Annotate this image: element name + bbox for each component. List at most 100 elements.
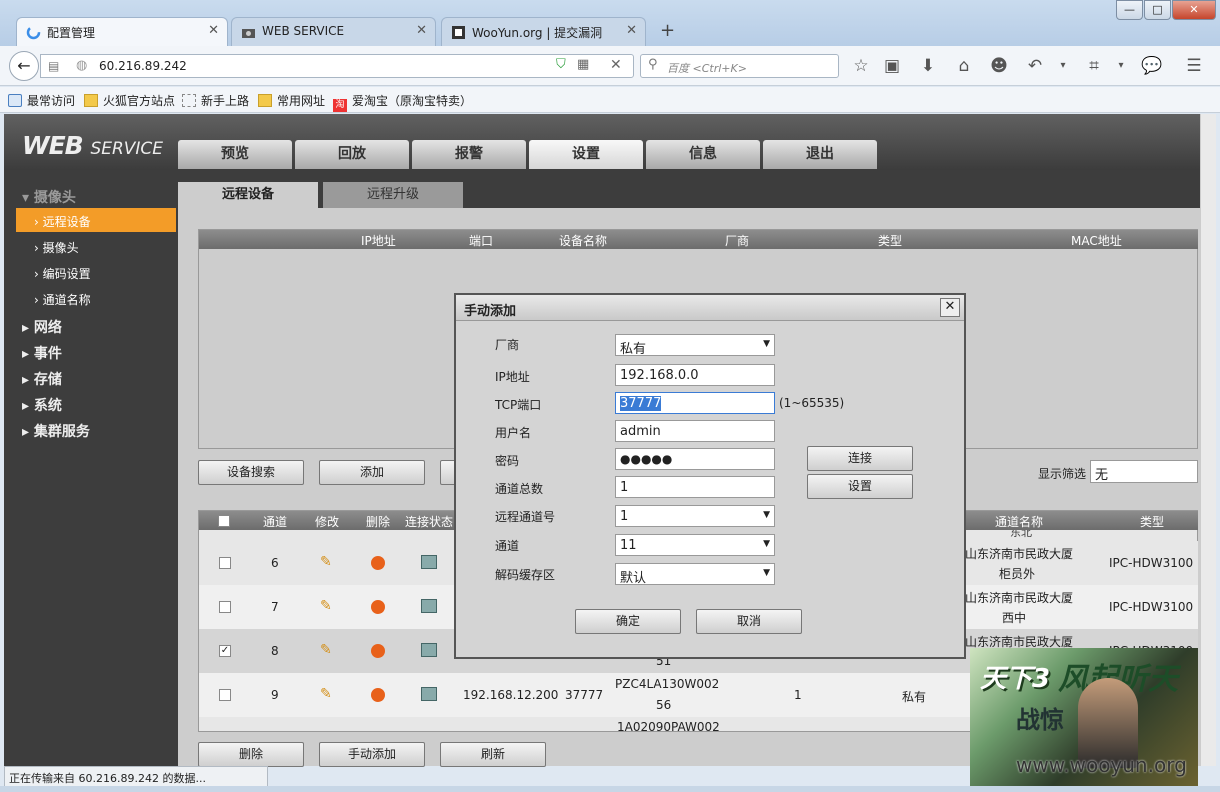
setting-button[interactable]: 设置 (807, 474, 913, 499)
sidebar-item-camera[interactable]: ▾ 摄像头 (22, 187, 76, 207)
delete-icon[interactable] (371, 688, 385, 702)
device-list-header: IP地址 端口 设备名称 厂商 类型 MAC地址 (199, 230, 1198, 249)
bookmark-newbie[interactable]: 新手上路 (182, 92, 249, 109)
menu-icon[interactable]: ☰ (1183, 56, 1205, 76)
close-icon[interactable]: ✕ (626, 23, 637, 38)
chat-icon[interactable]: ☻ (988, 56, 1010, 76)
close-icon[interactable]: ✕ (940, 298, 960, 317)
filter-select[interactable]: 无 (1090, 460, 1198, 483)
download-icon[interactable]: ⬇ (917, 56, 939, 76)
sidebar-item-system[interactable]: ▸ 系统 (22, 395, 62, 415)
bookmark-label: 爱淘宝（原淘宝特卖） (352, 94, 473, 108)
chevron-down-icon: ▼ (763, 510, 770, 520)
chevron-down-icon[interactable]: ▾ (1052, 60, 1074, 71)
port-input[interactable]: 37777 (615, 392, 775, 414)
connect-button[interactable]: 连接 (807, 446, 913, 471)
tab-web-service[interactable]: WEB SERVICE ✕ (231, 17, 436, 46)
close-icon[interactable]: ✕ (208, 23, 219, 38)
ok-button[interactable]: 确定 (575, 609, 681, 634)
sidebar-item-camera-sub[interactable]: › 摄像头 (34, 239, 79, 256)
remote-channel-select[interactable]: 1 ▼ (615, 505, 775, 527)
tab-settings[interactable]: 设置 (529, 140, 643, 169)
sidebar-item-label: 摄像头 (33, 190, 76, 206)
sidebar-item-channel-name[interactable]: › 通道名称 (34, 291, 91, 308)
maximize-icon[interactable]: □ (1144, 0, 1171, 20)
url-input[interactable]: 60.216.89.242 (40, 54, 634, 78)
bookmark-common[interactable]: 常用网址 (258, 92, 325, 109)
delete-icon[interactable] (371, 600, 385, 614)
channel-type: IPC-HDW3100 (1109, 600, 1194, 614)
vendor-select[interactable]: 私有 ▼ (615, 334, 775, 357)
partial-channel-name: 东北 (1010, 530, 1032, 538)
speech-bubble-icon[interactable]: 💬 (1141, 56, 1163, 76)
bookmark-taobao[interactable]: 淘爱淘宝（原淘宝特卖） (333, 92, 472, 112)
bookmark-frequent[interactable]: 最常访问 (8, 92, 75, 109)
game-ad-banner[interactable]: 天下3 风起听天 战惊 www.wooyun.org (970, 648, 1198, 786)
dialog-title: 手动添加 (456, 295, 964, 321)
scrollbar[interactable] (1200, 114, 1216, 766)
row-checkbox[interactable]: ✓ (219, 645, 231, 657)
stop-icon[interactable]: ✕ (610, 57, 622, 73)
tab-preview[interactable]: 预览 (178, 140, 292, 169)
manual-add-button[interactable]: 手动添加 (319, 742, 425, 767)
cancel-button[interactable]: 取消 (696, 609, 802, 634)
star-icon[interactable]: ☆ (850, 56, 872, 76)
search-input[interactable]: 百度 <Ctrl+K> (640, 54, 839, 78)
sidebar-item-event[interactable]: ▸ 事件 (22, 343, 62, 363)
close-icon[interactable]: ✕ (416, 23, 427, 38)
device-search-button[interactable]: 设备搜索 (198, 460, 304, 485)
sidebar (4, 170, 178, 766)
tab-alarm[interactable]: 报警 (412, 140, 526, 169)
channel-total-input[interactable]: 1 (615, 476, 775, 498)
buffer-select[interactable]: 默认 ▼ (615, 563, 775, 586)
tab-config[interactable]: 配置管理 ✕ (16, 17, 228, 46)
tab-remote-upgrade[interactable]: 远程升级 (323, 182, 463, 208)
connected-icon (421, 643, 437, 657)
tab-wooyun[interactable]: WooYun.org | 提交漏洞 ✕ (441, 17, 646, 46)
close-window-icon[interactable]: ✕ (1172, 0, 1216, 20)
sidebar-item-label: 通道名称 (42, 293, 91, 307)
row-checkbox[interactable] (219, 601, 231, 613)
tab-playback[interactable]: 回放 (295, 140, 409, 169)
minimize-icon[interactable]: — (1116, 0, 1143, 20)
chevron-down-icon[interactable]: ▾ (1110, 60, 1132, 71)
tab-info[interactable]: 信息 (646, 140, 760, 169)
bookmark-firefox[interactable]: 火狐官方站点 (84, 92, 175, 109)
delete-icon[interactable] (371, 556, 385, 570)
username-input[interactable]: admin (615, 420, 775, 442)
tab-logout[interactable]: 退出 (763, 140, 877, 169)
row-checkbox[interactable] (219, 557, 231, 569)
partial-device-name: 1A02090PAW002 (617, 722, 720, 732)
folder-icon (258, 94, 272, 107)
edit-icon[interactable]: ✎ (320, 686, 332, 702)
select-all-checkbox[interactable] (218, 515, 230, 527)
reading-list-icon[interactable]: ▣ (881, 56, 903, 76)
channel-select[interactable]: 11 ▼ (615, 534, 775, 556)
channel-number: 7 (271, 600, 279, 614)
sidebar-item-remote-device[interactable]: › 远程设备 (34, 213, 91, 230)
tab-remote-device[interactable]: 远程设备 (178, 182, 318, 208)
edit-icon[interactable]: ✎ (320, 554, 332, 570)
sidebar-item-storage[interactable]: ▸ 存储 (22, 369, 62, 389)
frequent-icon (8, 94, 22, 107)
edit-icon[interactable]: ✎ (320, 642, 332, 658)
add-button[interactable]: 添加 (319, 460, 425, 485)
remote-channel: 1 (794, 688, 802, 702)
row-checkbox[interactable] (219, 689, 231, 701)
sidebar-item-encoding[interactable]: › 编码设置 (34, 265, 91, 282)
sidebar-item-cluster[interactable]: ▸ 集群服务 (22, 421, 90, 441)
home-icon[interactable]: ⌂ (953, 56, 975, 76)
sidebar-item-network[interactable]: ▸ 网络 (22, 317, 62, 337)
refresh-button[interactable]: 刷新 (440, 742, 546, 767)
new-tab-icon[interactable]: + (660, 20, 675, 41)
undo-icon[interactable]: ↶ (1024, 56, 1046, 76)
crop-icon[interactable]: ⌗ (1083, 56, 1105, 76)
password-input[interactable]: ●●●●● (615, 448, 775, 470)
status-bar: 正在传输来自 60.216.89.242 的数据... (4, 766, 268, 787)
edit-icon[interactable]: ✎ (320, 598, 332, 614)
ip-input[interactable]: 192.168.0.0 (615, 364, 775, 386)
delete-button[interactable]: 删除 (198, 742, 304, 767)
qrcode-icon[interactable]: ▦ (577, 57, 589, 72)
delete-icon[interactable] (371, 644, 385, 658)
back-icon[interactable]: ← (9, 51, 39, 81)
